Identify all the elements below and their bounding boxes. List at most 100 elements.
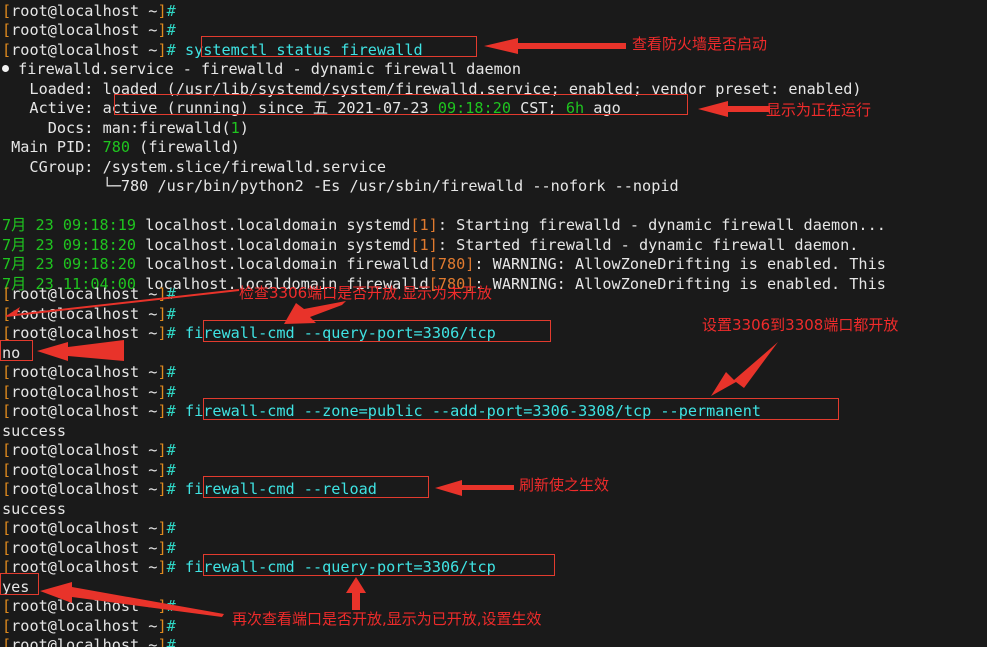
terminal-command: systemctl status firewalld	[184, 41, 423, 59]
terminal-line: [root@localhost ~]# firewall-cmd --reloa…	[2, 480, 377, 500]
date: 2021-07-23	[328, 99, 438, 117]
terminal-line: [root@localhost ~]#	[2, 597, 176, 617]
bracket-close: ]	[157, 305, 167, 323]
terminal-text: success	[2, 500, 67, 518]
prompt-user-host: root@localhost ~	[11, 441, 158, 459]
docs-tail: )	[239, 119, 249, 137]
prompt-user-host: root@localhost ~	[11, 383, 158, 401]
arrow-to-query-port-1	[284, 301, 346, 324]
prompt-hash: #	[166, 441, 176, 459]
prompt-hash: #	[166, 519, 176, 537]
terminal-line: [root@localhost ~]# firewall-cmd --zone=…	[2, 402, 761, 422]
annotation-text: 设置3306到3308端口都开放	[702, 316, 899, 334]
prompt-hash: #	[166, 383, 176, 401]
prompt-user-host: root@localhost ~	[11, 285, 158, 303]
prompt-user-host: root@localhost ~	[11, 41, 158, 59]
terminal-text: yes	[2, 578, 30, 596]
bracket-close: ]	[157, 461, 167, 479]
bracket-open: [	[2, 558, 12, 576]
prompt-hash: #	[166, 480, 176, 498]
log-timestamp: 7月 23 09:18:20	[2, 236, 137, 254]
bracket-close: ]	[157, 324, 167, 342]
annotation-text: 刷新使之生效	[519, 476, 610, 494]
status-dot-icon	[2, 65, 9, 72]
log-pid: [780]	[428, 255, 475, 273]
terminal-line: [root@localhost ~]#	[2, 21, 176, 41]
terminal-line: [root@localhost ~]#	[2, 441, 176, 461]
prompt-hash: #	[166, 636, 176, 647]
weekday: 五	[312, 99, 329, 117]
terminal-line: [root@localhost ~]#	[2, 305, 176, 325]
terminal-line: [root@localhost ~]#	[2, 539, 176, 559]
terminal-line: [root@localhost ~]#	[2, 2, 176, 22]
terminal-command: firewall-cmd --reload	[184, 480, 377, 498]
prompt-user-host: root@localhost ~	[11, 21, 158, 39]
prompt-hash: #	[166, 285, 176, 303]
bracket-close: ]	[157, 285, 167, 303]
terminal-line: Loaded: loaded (/usr/lib/systemd/system/…	[2, 80, 861, 100]
bracket-open: [	[2, 21, 12, 39]
terminal-line: [root@localhost ~]# firewall-cmd --query…	[2, 558, 496, 578]
prompt-user-host: root@localhost ~	[11, 461, 158, 479]
log-message: : WARNING: AllowZoneDrifting is enabled.…	[474, 255, 895, 273]
bracket-close: ]	[157, 363, 167, 381]
bracket-close: ]	[157, 539, 167, 557]
terminal-line: Main PID: 780 (firewalld)	[2, 138, 240, 158]
docs-section: 1	[230, 119, 240, 137]
bracket-close: ]	[157, 441, 167, 459]
terminal-line: success	[2, 500, 66, 520]
arrow-to-query-port-2	[346, 577, 366, 610]
bracket-open: [	[2, 402, 12, 420]
annotation-text: 查看防火墙是否启动	[632, 35, 768, 53]
log-message: : WARNING: AllowZoneDrifting is enabled.…	[474, 275, 895, 293]
prompt-hash: #	[166, 461, 176, 479]
prompt-user-host: root@localhost ~	[11, 324, 158, 342]
terminal-command: firewall-cmd --query-port=3306/tcp	[184, 324, 496, 342]
log-pid: [1]	[410, 236, 438, 254]
prompt-user-host: root@localhost ~	[11, 402, 158, 420]
timezone: CST;	[510, 99, 566, 117]
bracket-open: [	[2, 617, 12, 635]
terminal-line: success	[2, 422, 66, 442]
prompt-user-host: root@localhost ~	[11, 363, 158, 381]
bracket-close: ]	[157, 402, 167, 420]
bracket-open: [	[2, 363, 12, 381]
terminal-text: └─780 /usr/bin/python2 -Es /usr/sbin/fir…	[2, 177, 679, 195]
terminal-line: [root@localhost ~]#	[2, 519, 176, 539]
terminal-line: [root@localhost ~]#	[2, 617, 176, 637]
bracket-close: ]	[157, 21, 167, 39]
bracket-open: [	[2, 324, 12, 342]
annotation-text: 检查3306端口是否开放,显示为未开放	[239, 284, 492, 302]
log-host: localhost.localdomain systemd	[136, 216, 411, 234]
log-message: : Starting firewalld - dynamic firewall …	[437, 216, 886, 234]
terminal-line: Docs: man:firewalld(1)	[2, 119, 249, 139]
bracket-close: ]	[157, 383, 167, 401]
prompt-hash: #	[166, 2, 176, 20]
prompt-hash: #	[166, 41, 176, 59]
terminal-line: [root@localhost ~]# firewall-cmd --query…	[2, 324, 496, 344]
active-label: Active:	[2, 99, 103, 117]
arrow-to-systemctl	[484, 38, 626, 54]
log-pid: [1]	[410, 216, 438, 234]
terminal-text: no	[2, 344, 21, 362]
terminal-window[interactable]: [root@localhost ~]# [root@localhost ~]# [r…	[0, 0, 987, 647]
bracket-open: [	[2, 285, 12, 303]
time: 09:18:20	[437, 99, 511, 117]
terminal-line: Active: active (running) since 五 2021-07…	[2, 99, 621, 119]
bracket-open: [	[2, 305, 12, 323]
terminal-line: yes	[2, 578, 29, 598]
bracket-close: ]	[157, 636, 167, 647]
terminal-command: firewall-cmd --zone=public --add-port=33…	[184, 402, 761, 420]
bracket-open: [	[2, 519, 12, 537]
pid-number: 780	[102, 138, 131, 156]
ago-suffix: ago	[584, 99, 621, 117]
pid-name: (firewalld)	[130, 138, 240, 156]
prompt-hash: #	[166, 539, 176, 557]
bracket-close: ]	[157, 480, 167, 498]
prompt-user-host: root@localhost ~	[11, 558, 158, 576]
terminal-text: CGroup: /system.slice/firewalld.service	[2, 158, 387, 176]
prompt-user-host: root@localhost ~	[11, 597, 158, 615]
prompt-hash: #	[166, 305, 176, 323]
terminal-line: [root@localhost ~]#	[2, 363, 176, 383]
prompt-hash: #	[166, 597, 176, 615]
